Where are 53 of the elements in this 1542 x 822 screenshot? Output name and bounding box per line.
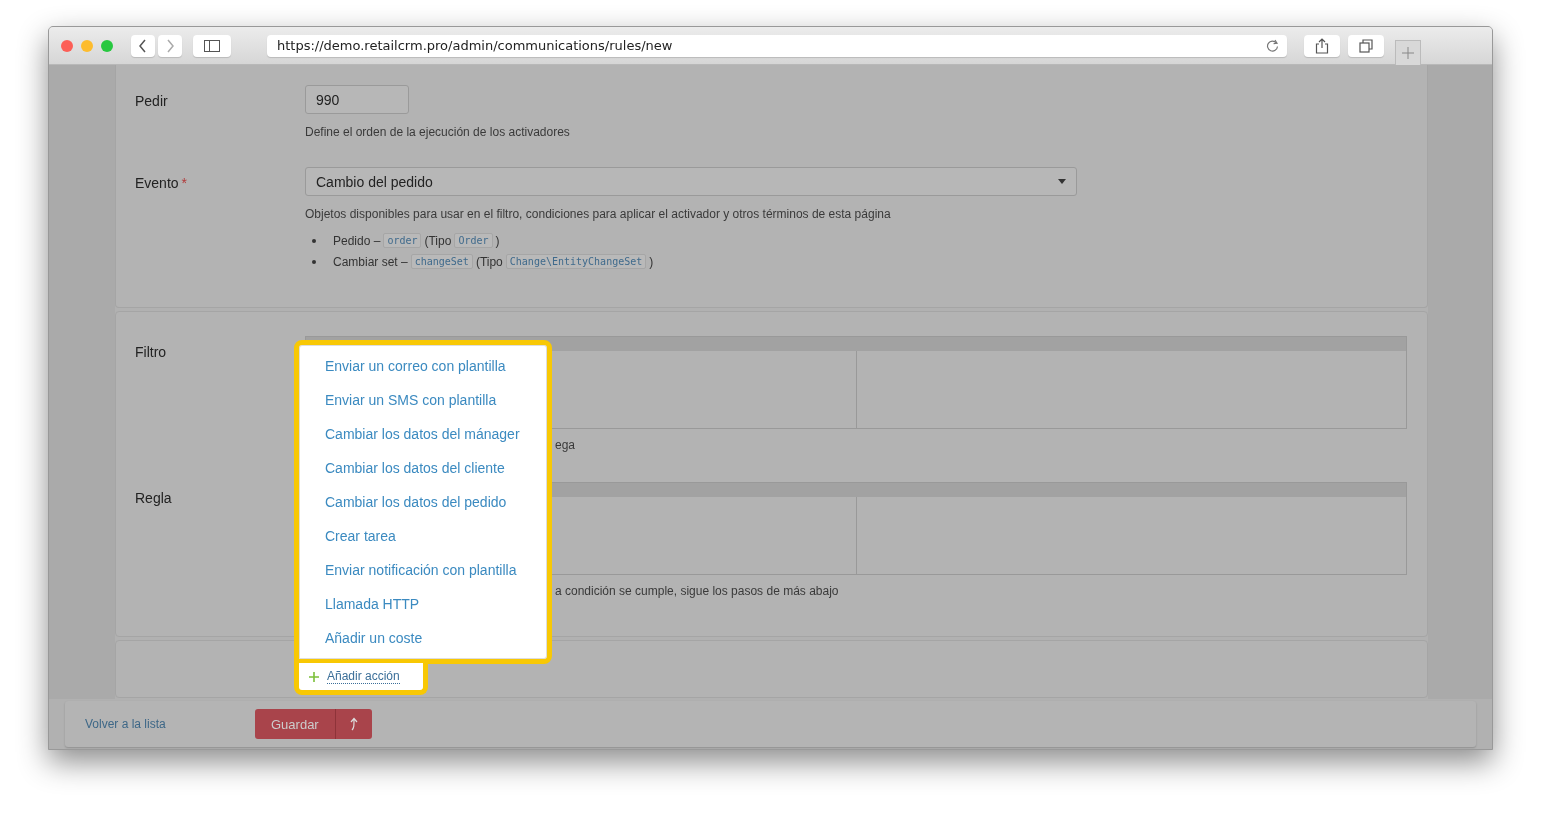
object-name: Cambiar set – <box>333 254 408 269</box>
new-tab-button[interactable] <box>1395 40 1421 65</box>
plus-icon <box>309 671 319 682</box>
field-label: Regla <box>135 489 173 508</box>
code-tag: order <box>383 233 422 248</box>
help-text: Define el orden de la ejecución de los activadores <box>305 125 571 139</box>
sidebar-button[interactable] <box>193 34 231 57</box>
address-field[interactable]: https://demo.retailcrm.pro/admin/communications/rules/new <box>267 34 1287 57</box>
object-name: Pedido – <box>333 233 381 248</box>
menu-item[interactable]: Llamada HTTP <box>305 587 541 621</box>
order-field[interactable]: 990 <box>305 85 409 114</box>
bracket-text: ) <box>495 233 500 248</box>
field-label: Pedir <box>135 92 169 111</box>
plus-icon <box>1401 46 1415 60</box>
type-label: (Tipo <box>475 254 503 269</box>
save-options-button[interactable] <box>335 709 372 739</box>
sidebar-icon <box>204 39 220 52</box>
menu-item[interactable]: Enviar notificación con plantilla <box>305 553 541 587</box>
required-mark: * <box>181 175 188 191</box>
bullet-icon <box>312 238 316 243</box>
event-select[interactable]: Cambio del pedido <box>305 167 1077 196</box>
share-icon <box>1315 37 1329 54</box>
upload-arrow-icon <box>348 717 359 731</box>
menu-item[interactable]: Añadir un coste <box>305 621 541 655</box>
help-text: ega <box>555 438 576 452</box>
type-label: (Tipo <box>424 233 452 248</box>
close-icon[interactable] <box>61 39 73 52</box>
tabs-button[interactable] <box>1348 34 1384 57</box>
chevron-right-icon <box>165 38 175 53</box>
menu-item[interactable]: Cambiar los datos del mánager <box>305 417 541 451</box>
field-label: Filtro <box>135 343 168 362</box>
caret-icon <box>1058 179 1066 184</box>
back-button[interactable] <box>131 34 155 57</box>
save-button[interactable]: Guardar <box>255 709 336 739</box>
reload-icon[interactable] <box>1266 39 1279 52</box>
menu-item[interactable]: Crear tarea <box>305 519 541 553</box>
help-text: Objetos disponibles para usar en el filtro, condiciones para aplicar el activador y otros términos de esta página <box>305 207 892 221</box>
menu-item[interactable]: Enviar un correo con plantilla <box>305 349 541 383</box>
code-tag: changeSet <box>410 254 473 269</box>
zoom-icon[interactable] <box>101 39 113 52</box>
menu-item[interactable]: Cambiar los datos del cliente <box>305 451 541 485</box>
back-link[interactable]: Volver a la lista <box>85 717 255 731</box>
bullet-icon <box>312 259 316 264</box>
help-text: a condición se cumple, sigue los pasos de más abajo <box>555 584 839 598</box>
bracket-text: ) <box>649 254 654 269</box>
menu-item[interactable]: Cambiar los datos del pedido <box>305 485 541 519</box>
share-button[interactable] <box>1304 34 1340 57</box>
chevron-left-icon <box>138 38 148 53</box>
tabs-icon <box>1359 38 1373 53</box>
code-tag: Order <box>454 233 493 248</box>
code-tag: Change\EntityChangeSet <box>505 254 647 269</box>
field-label: Evento <box>135 175 179 191</box>
menu-item[interactable]: Enviar un SMS con plantilla <box>305 383 541 417</box>
